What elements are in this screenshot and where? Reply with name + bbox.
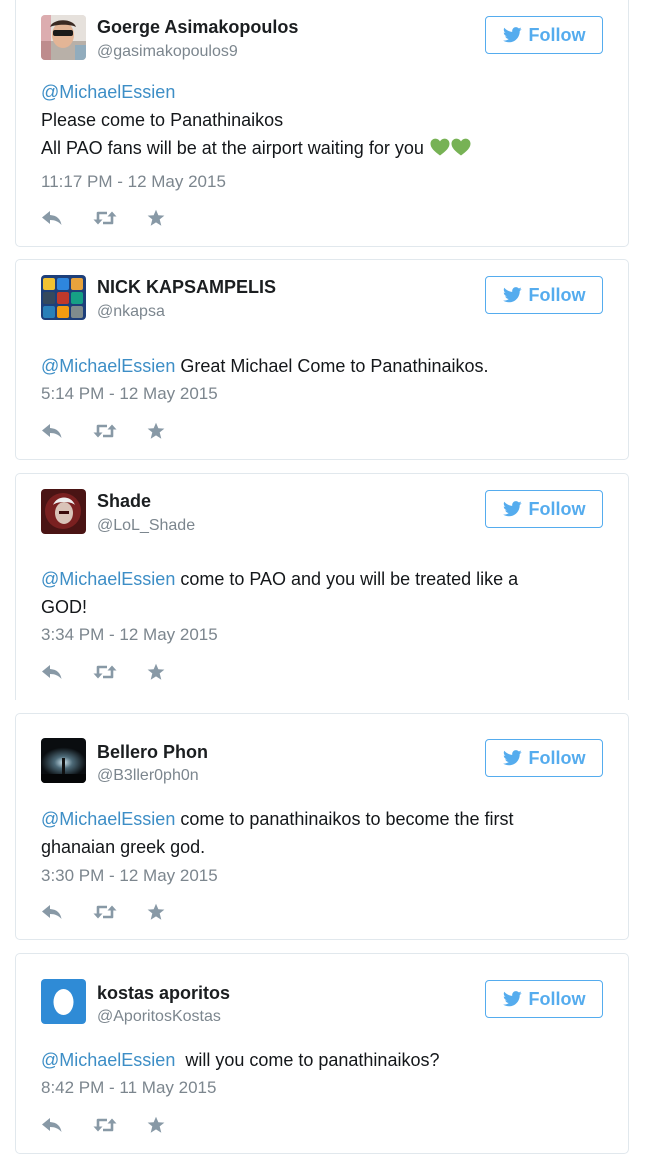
follow-button[interactable]: Follow bbox=[485, 276, 603, 314]
tweet-text: @MichaelEssien will you come to panathin… bbox=[41, 1046, 608, 1074]
twitter-bird-icon bbox=[503, 27, 522, 43]
tweet-text-body: will you come to panathinaikos? bbox=[175, 1050, 440, 1070]
twitter-bird-icon bbox=[503, 750, 522, 766]
tweet-text-body: Great Michael Come to Panathinaikos. bbox=[175, 356, 489, 376]
user-handle[interactable]: @LoL_Shade bbox=[97, 517, 195, 535]
star-icon[interactable] bbox=[147, 209, 165, 227]
follow-label: Follow bbox=[528, 747, 586, 768]
user-handle[interactable]: @AporitosKostas bbox=[97, 1008, 221, 1026]
display-name[interactable]: Bellero Phon bbox=[97, 742, 208, 763]
follow-button[interactable]: Follow bbox=[485, 16, 603, 54]
tweet-text: @MichaelEssien Please come to Panathinai… bbox=[41, 78, 608, 162]
tweet-text: @MichaelEssien come to panathinaikos to … bbox=[41, 805, 568, 861]
display-name[interactable]: Shade bbox=[97, 491, 151, 512]
reply-icon[interactable] bbox=[41, 904, 63, 920]
tweet-text: @MichaelEssien Great Michael Come to Pan… bbox=[41, 352, 608, 380]
twitter-bird-icon bbox=[503, 287, 522, 303]
avatar[interactable] bbox=[41, 15, 86, 60]
tweet-card: Bellero Phon @B3ller0ph0n Follow @Michae… bbox=[15, 713, 629, 940]
display-name[interactable]: Goerge Asimakopoulos bbox=[97, 17, 298, 38]
reply-icon[interactable] bbox=[41, 1117, 63, 1133]
follow-label: Follow bbox=[528, 498, 586, 519]
user-handle[interactable]: @B3ller0ph0n bbox=[97, 767, 199, 785]
tweet-card: Goerge Asimakopoulos @gasimakopoulos9 Fo… bbox=[15, 0, 629, 247]
avatar[interactable] bbox=[41, 489, 86, 534]
mention-link[interactable]: @MichaelEssien bbox=[41, 356, 175, 376]
retweet-icon[interactable] bbox=[93, 664, 117, 680]
twitter-bird-icon bbox=[503, 501, 522, 517]
star-icon[interactable] bbox=[147, 422, 165, 440]
tweet-timestamp[interactable]: 5:14 PM - 12 May 2015 bbox=[41, 384, 218, 404]
tweet-timestamp[interactable]: 8:42 PM - 11 May 2015 bbox=[41, 1078, 216, 1098]
tweet-text-line: Please come to Panathinaikos bbox=[41, 110, 284, 130]
follow-label: Follow bbox=[528, 988, 586, 1009]
tweet-actions bbox=[41, 422, 165, 440]
user-handle[interactable]: @nkapsa bbox=[97, 303, 165, 321]
user-handle[interactable]: @gasimakopoulos9 bbox=[97, 43, 238, 61]
tweet-text-line: All PAO fans will be at the airport wait… bbox=[41, 138, 424, 158]
follow-button[interactable]: Follow bbox=[485, 980, 603, 1018]
retweet-icon[interactable] bbox=[93, 423, 117, 439]
avatar[interactable] bbox=[41, 738, 86, 783]
twitter-bird-icon bbox=[503, 991, 522, 1007]
tweet-timestamp[interactable]: 3:30 PM - 12 May 2015 bbox=[41, 866, 218, 886]
follow-label: Follow bbox=[528, 284, 586, 305]
display-name[interactable]: kostas aporitos bbox=[97, 983, 230, 1004]
retweet-icon[interactable] bbox=[93, 1117, 117, 1133]
mention-link[interactable]: @MichaelEssien bbox=[41, 569, 175, 589]
tweet-timestamp[interactable]: 3:34 PM - 12 May 2015 bbox=[41, 625, 218, 645]
follow-button[interactable]: Follow bbox=[485, 739, 603, 777]
tweet-actions bbox=[41, 209, 165, 227]
star-icon[interactable] bbox=[147, 663, 165, 681]
tweet-text: @MichaelEssien come to PAO and you will … bbox=[41, 565, 568, 621]
retweet-icon[interactable] bbox=[93, 904, 117, 920]
tweet-actions bbox=[41, 663, 165, 681]
star-icon[interactable] bbox=[147, 903, 165, 921]
reply-icon[interactable] bbox=[41, 423, 63, 439]
tweet-actions bbox=[41, 1116, 165, 1134]
green-heart-icon bbox=[430, 138, 471, 156]
mention-link[interactable]: @MichaelEssien bbox=[41, 809, 175, 829]
retweet-icon[interactable] bbox=[93, 210, 117, 226]
tweet-card: NICK KAPSAMPELIS @nkapsa Follow @Michael… bbox=[15, 259, 629, 460]
avatar[interactable] bbox=[41, 275, 86, 320]
follow-button[interactable]: Follow bbox=[485, 490, 603, 528]
star-icon[interactable] bbox=[147, 1116, 165, 1134]
reply-icon[interactable] bbox=[41, 664, 63, 680]
reply-icon[interactable] bbox=[41, 210, 63, 226]
mention-link[interactable]: @MichaelEssien bbox=[41, 1050, 175, 1070]
tweet-card: Shade @LoL_Shade Follow @MichaelEssien c… bbox=[15, 473, 629, 700]
avatar[interactable] bbox=[41, 979, 86, 1024]
follow-label: Follow bbox=[528, 24, 586, 45]
mention-link[interactable]: @MichaelEssien bbox=[41, 82, 175, 102]
tweet-card: kostas aporitos @AporitosKostas Follow @… bbox=[15, 953, 629, 1154]
tweet-actions bbox=[41, 903, 165, 921]
display-name[interactable]: NICK KAPSAMPELIS bbox=[97, 277, 276, 298]
tweet-timestamp[interactable]: 11:17 PM - 12 May 2015 bbox=[41, 172, 226, 192]
